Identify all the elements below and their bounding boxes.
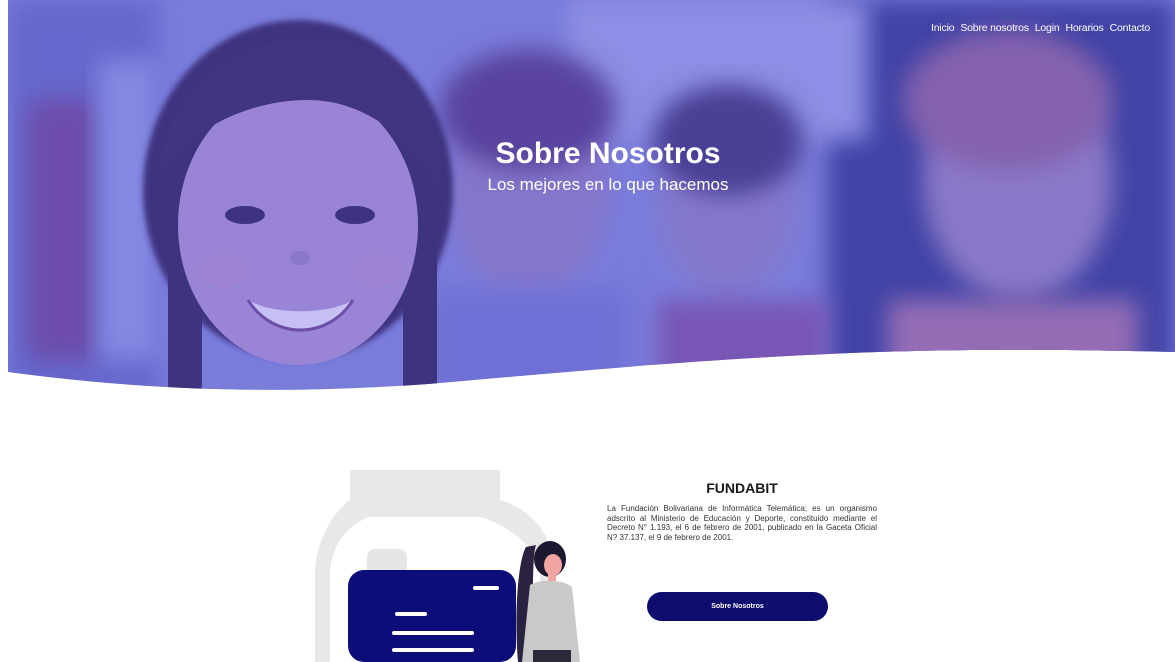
nav-login[interactable]: Login (1035, 22, 1060, 34)
nav-horarios[interactable]: Horarios (1065, 22, 1103, 34)
sobre-nosotros-button[interactable]: Sobre Nosotros (647, 592, 828, 621)
hero-subtitle: Los mejores en lo que hacemos (487, 175, 729, 194)
about-description: La Fundación Bolivariana de Informática … (607, 504, 877, 542)
hero-title: Sobre Nosotros (495, 137, 721, 170)
page: Inicio Sobre nosotros Login Horarios Con… (0, 0, 1175, 662)
top-navigation: Inicio Sobre nosotros Login Horarios Con… (925, 22, 1150, 34)
about-illustration (315, 470, 580, 662)
nav-contacto[interactable]: Contacto (1110, 22, 1151, 34)
nav-sobre-nosotros[interactable]: Sobre nosotros (960, 22, 1029, 34)
nav-inicio[interactable]: Inicio (931, 22, 955, 34)
hero-background-image (8, 0, 1175, 390)
about-title: FUNDABIT (706, 480, 778, 496)
hero-banner: Inicio Sobre nosotros Login Horarios Con… (8, 0, 1175, 400)
about-section: FUNDABIT La Fundación Bolivariana de Inf… (607, 480, 877, 542)
